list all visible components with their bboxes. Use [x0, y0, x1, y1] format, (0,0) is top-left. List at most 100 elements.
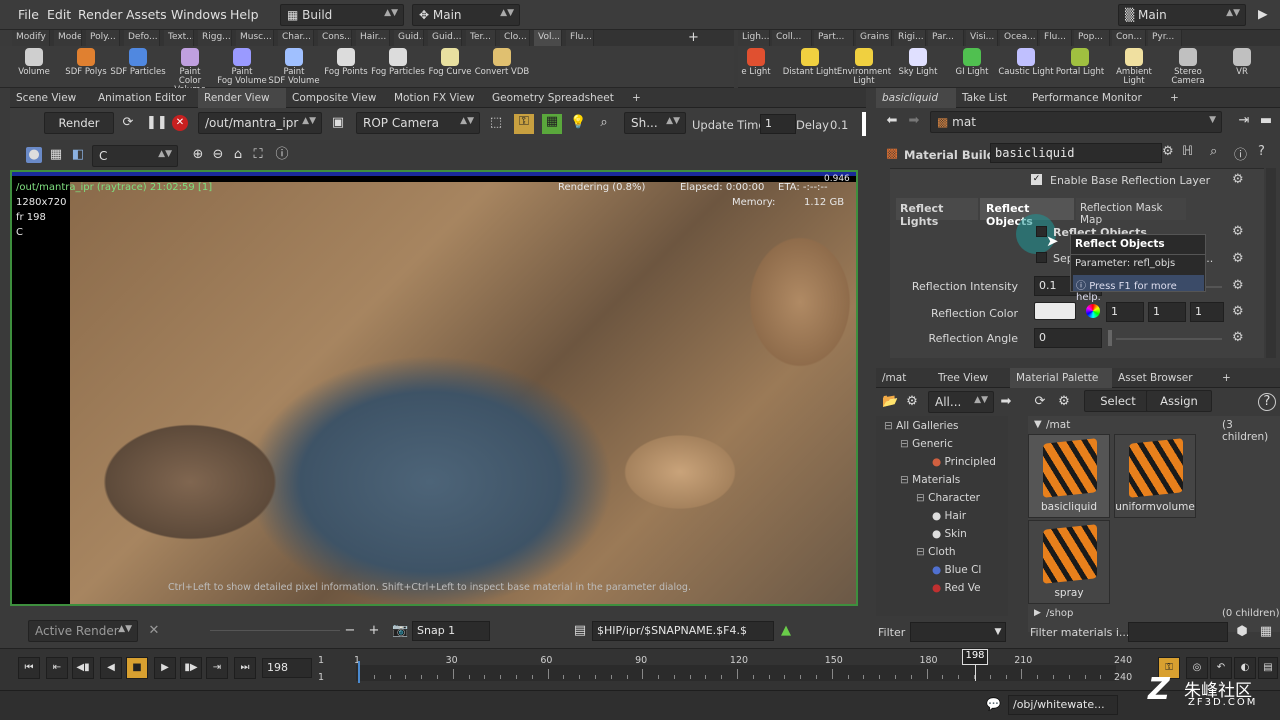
- play-icon[interactable]: ▶: [154, 657, 176, 679]
- shelf-tool-6[interactable]: Fog Points: [318, 48, 374, 77]
- gear-icon[interactable]: ⚙: [1232, 278, 1244, 293]
- snapshot-icon[interactable]: ▦: [542, 114, 562, 134]
- shelf-tool-right-0[interactable]: e Light: [728, 48, 784, 77]
- reflection-color-b[interactable]: 1: [1190, 302, 1224, 322]
- pause-icon[interactable]: ❚❚: [146, 115, 168, 131]
- stop-icon[interactable]: ✕: [172, 115, 188, 131]
- current-frame-field[interactable]: 198: [262, 658, 312, 678]
- menu-windows[interactable]: Windows: [171, 7, 227, 22]
- next-frame-icon[interactable]: ▮▶: [180, 657, 202, 679]
- render-button[interactable]: Render: [44, 112, 114, 134]
- back-arrow-icon[interactable]: ⬅: [884, 113, 900, 129]
- network-path-select[interactable]: ▩ mat ▼: [930, 111, 1222, 133]
- shelf-tab-4[interactable]: Text...: [164, 30, 194, 46]
- tree-item[interactable]: ⊟ Cloth: [916, 546, 956, 558]
- tab-reflection-mask-map[interactable]: Reflection Mask Map: [1076, 198, 1186, 226]
- shelf-tab-right-4[interactable]: Rigi...: [894, 30, 926, 46]
- search-icon[interactable]: ⌕: [1210, 144, 1217, 159]
- help-h-icon[interactable]: ℍ: [1182, 144, 1193, 159]
- shelf-tab-right-7[interactable]: Ocea...: [1000, 30, 1038, 46]
- cube-view-icon[interactable]: ⬢: [1234, 624, 1250, 640]
- add-shelf-tab-icon[interactable]: +: [688, 30, 699, 45]
- zoom-out-icon[interactable]: ⊖: [210, 147, 226, 163]
- tree-item[interactable]: ● Red Ve: [932, 582, 981, 594]
- gear-icon[interactable]: ⚙: [1162, 144, 1174, 159]
- mat-tab-2[interactable]: Material Palette: [1010, 368, 1112, 388]
- shelf-tool-9[interactable]: Convert VDB: [474, 48, 530, 77]
- shelf-tab-right-10[interactable]: Con...: [1112, 30, 1146, 46]
- refresh-icon[interactable]: ⟳: [120, 115, 136, 131]
- pick-camera-icon[interactable]: ▣: [330, 115, 346, 131]
- shelf-tab-right-11[interactable]: Pyr...: [1148, 30, 1182, 46]
- shelf-tool-right-9[interactable]: VR: [1214, 48, 1270, 77]
- shelf-tab-8[interactable]: Cons...: [318, 30, 352, 46]
- reflection-color-r[interactable]: 1: [1106, 302, 1144, 322]
- grid-view-icon[interactable]: ▦: [1258, 624, 1274, 640]
- shelf-tab-10[interactable]: Guid...: [394, 30, 424, 46]
- shelf-tool-right-6[interactable]: Portal Light: [1052, 48, 1108, 77]
- shelf-tool-4[interactable]: Paint Fog Volume: [214, 48, 270, 86]
- tab-2[interactable]: Render View: [198, 88, 286, 108]
- folder-icon[interactable]: 📂: [882, 394, 898, 410]
- menu-overflow-icon[interactable]: ▶: [1258, 6, 1268, 21]
- update-time-field[interactable]: 1: [760, 114, 796, 134]
- shelf-tab-9[interactable]: Hair...: [356, 30, 390, 46]
- arrow-right-icon[interactable]: ➡: [998, 394, 1014, 410]
- right-tab-2[interactable]: Performance Monitor: [1026, 88, 1160, 108]
- home-icon[interactable]: ⌂: [230, 147, 246, 163]
- tab-3[interactable]: Composite View: [286, 88, 388, 108]
- refresh-icon[interactable]: ⟳: [1032, 394, 1048, 410]
- menu-assets[interactable]: Assets: [126, 7, 167, 22]
- tree-item[interactable]: ● Hair: [932, 510, 966, 522]
- play-reverse-icon[interactable]: ◀: [100, 657, 122, 679]
- mat-tab-3[interactable]: Asset Browser: [1112, 368, 1212, 388]
- lock-preview-icon[interactable]: ⚿: [514, 114, 534, 134]
- shelf-tool-1[interactable]: SDF Polys: [58, 48, 114, 77]
- shelf-tab-2[interactable]: Poly...: [86, 30, 120, 46]
- parameter-scrollbar[interactable]: [1266, 168, 1276, 358]
- gear-icon[interactable]: ⚙: [1232, 172, 1244, 187]
- plus-icon[interactable]: +: [366, 623, 382, 639]
- tree-item[interactable]: ● Skin: [932, 528, 967, 540]
- reflection-color-swatch[interactable]: [1034, 302, 1076, 320]
- shelf-tab-right-2[interactable]: Part...: [814, 30, 854, 46]
- end-frame-1[interactable]: 240: [1114, 655, 1132, 666]
- settings-icon[interactable]: ▤: [1258, 657, 1278, 679]
- help-icon[interactable]: ?: [1258, 144, 1265, 159]
- right-tab-0[interactable]: basicliquid: [876, 88, 956, 108]
- shelf-tool-7[interactable]: Fog Particles: [370, 48, 426, 77]
- alpha-channel-icon[interactable]: ▦: [48, 147, 64, 163]
- close-icon[interactable]: ✕: [146, 623, 162, 639]
- reflection-angle-handle[interactable]: [1108, 330, 1112, 346]
- context-select[interactable]: ✥ Main ▲▼: [412, 4, 520, 26]
- reflection-angle-field[interactable]: 0: [1034, 328, 1102, 348]
- shelf-tool-5[interactable]: Paint SDF Volume: [266, 48, 322, 86]
- info-icon[interactable]: ⓘ: [1234, 144, 1247, 163]
- shelf-tool-right-7[interactable]: Ambient Light: [1106, 48, 1162, 86]
- material-thumb-basicliquid[interactable]: basicliquid: [1028, 434, 1110, 518]
- help-icon[interactable]: ?: [1258, 393, 1276, 411]
- light-bulb-icon[interactable]: 💡: [570, 115, 586, 131]
- gallery-filter-select[interactable]: All... ▲▼: [928, 391, 994, 413]
- channel-select[interactable]: C ▲▼: [92, 145, 178, 167]
- tab-0[interactable]: Scene View: [10, 88, 92, 108]
- magnifier-icon[interactable]: ⌕: [596, 115, 612, 131]
- rop-path-select[interactable]: /out/mantra_ipr ▲▼: [198, 112, 322, 134]
- gear-icon[interactable]: ⚙: [1232, 224, 1244, 239]
- shelf-tab-12[interactable]: Ter...: [466, 30, 496, 46]
- shelf-tool-right-3[interactable]: Sky Light: [890, 48, 946, 77]
- shelf-tab-3[interactable]: Defo...: [124, 30, 160, 46]
- reflection-color-g[interactable]: 1: [1148, 302, 1186, 322]
- separate-checkbox[interactable]: [1036, 252, 1047, 263]
- workspace-select[interactable]: ▒ Main ▲▼: [1118, 4, 1246, 26]
- tree-item[interactable]: ● Principled: [932, 456, 996, 468]
- mat-tab-1[interactable]: Tree View: [932, 368, 1010, 388]
- enable-base-checkbox[interactable]: ✓: [1031, 174, 1042, 185]
- shelf-tab-right-1[interactable]: Coll...: [772, 30, 812, 46]
- tree-item[interactable]: ⊟ Generic: [900, 438, 953, 450]
- forward-arrow-icon[interactable]: ➡: [906, 113, 922, 129]
- node-name-field[interactable]: basicliquid: [990, 143, 1162, 163]
- save-path-icon[interactable]: ▤: [572, 623, 588, 639]
- tree-item[interactable]: ⊟ All Galleries: [884, 420, 959, 432]
- snap-path-field[interactable]: $HIP/ipr/$SNAPNAME.$F4.$: [592, 621, 774, 641]
